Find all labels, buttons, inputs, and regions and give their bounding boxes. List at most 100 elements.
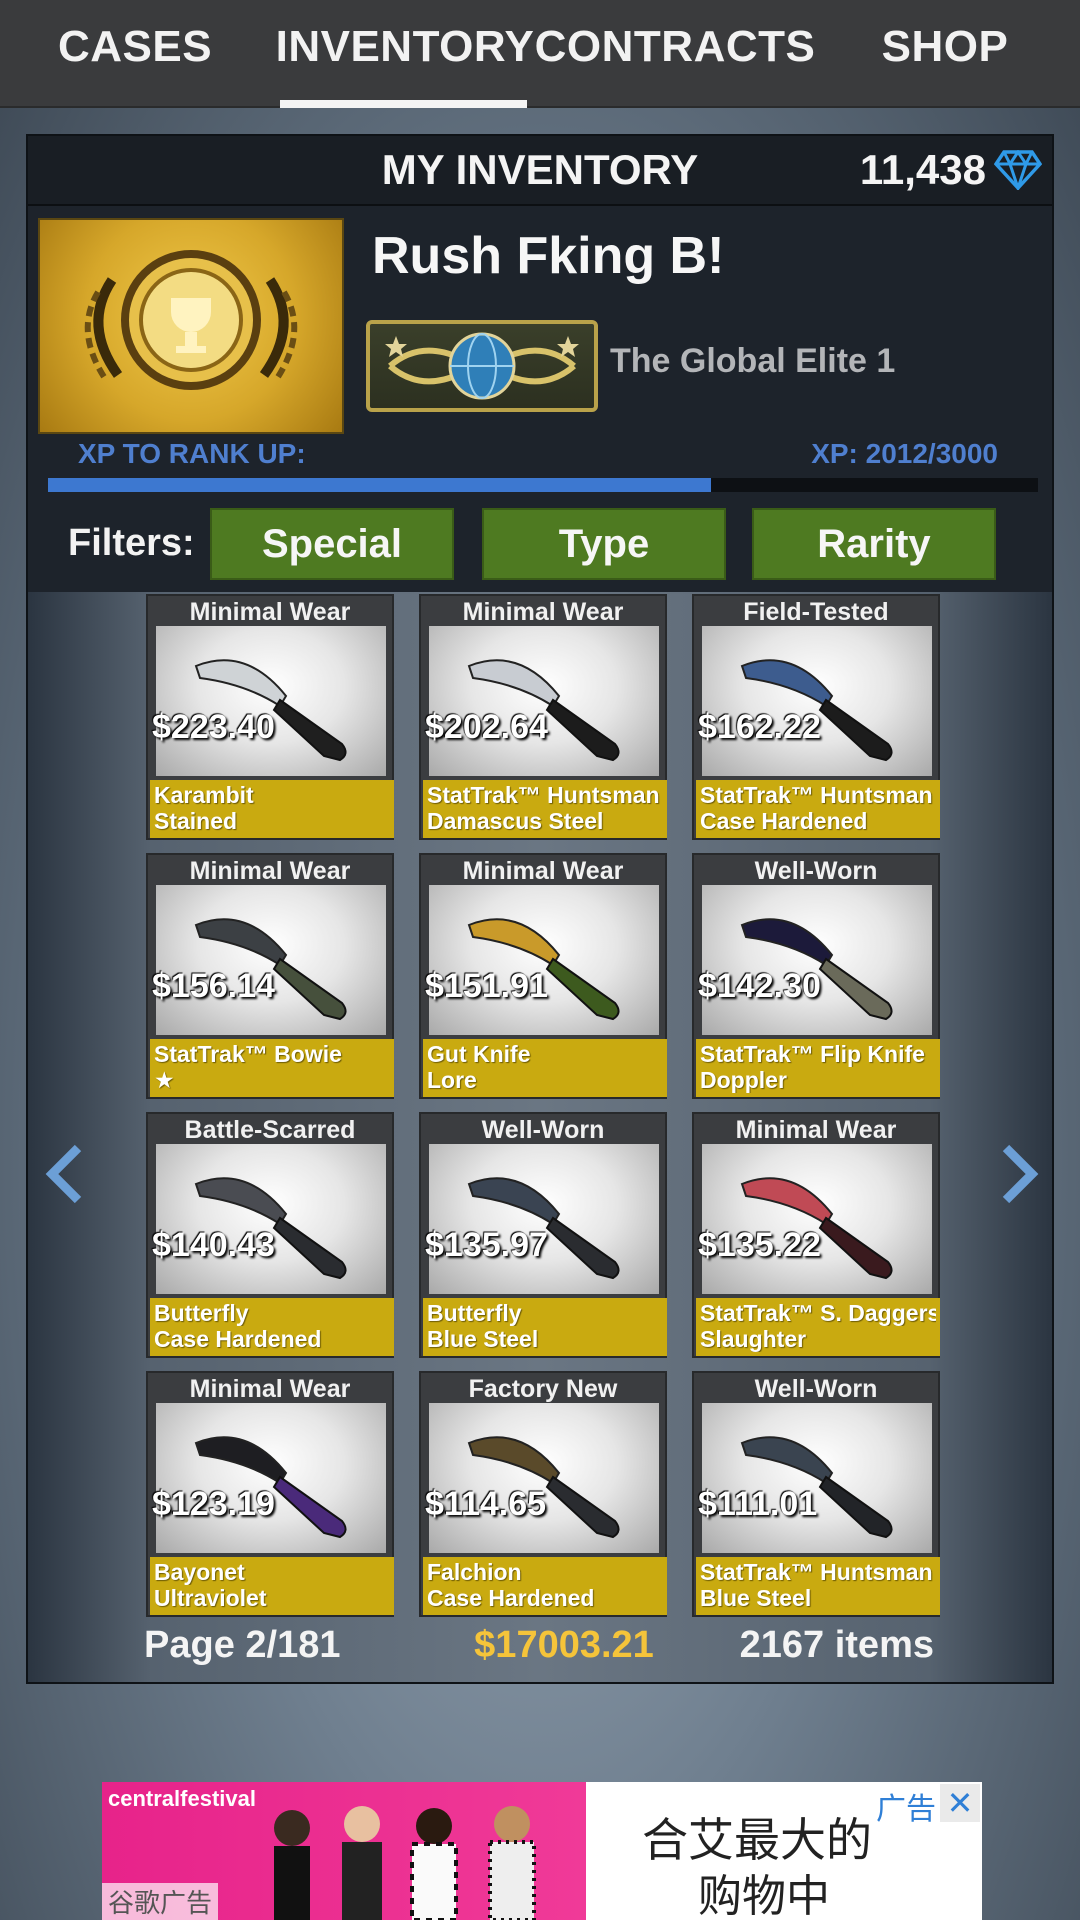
knife-icon <box>156 1144 386 1294</box>
tab-inventory[interactable]: INVENTORY <box>270 0 540 108</box>
item-price: $156.14 <box>152 967 275 1005</box>
item-card[interactable]: Factory New $114.65 Falchion Case Hardened <box>419 1371 667 1617</box>
item-name-line2: ★ <box>154 1067 175 1093</box>
item-name-line2: Case Hardened <box>427 1585 595 1611</box>
item-name-line2: Blue Steel <box>427 1326 539 1352</box>
item-name-line1: StatTrak™ S. Daggers <box>700 1300 936 1326</box>
item-name-line2: Slaughter <box>700 1326 807 1352</box>
item-name-line1: Karambit <box>154 782 254 808</box>
knife-icon <box>702 626 932 776</box>
item-name: Karambit Stained <box>150 780 394 838</box>
item-condition: Well-Worn <box>754 857 878 885</box>
tab-cases[interactable]: CASES <box>0 0 270 108</box>
inventory-total-value: $17003.21 <box>474 1624 654 1666</box>
panel-header: MY INVENTORY 11,438 <box>28 136 1052 206</box>
item-card[interactable]: Well-Worn $135.97 Butterfly Blue Steel <box>419 1112 667 1358</box>
item-name-line1: StatTrak™ Bowie <box>154 1041 342 1067</box>
inventory-panel: MY INVENTORY 11,438 Rush Fking B! The Gl… <box>26 134 1054 1684</box>
currency-value: 11,438 <box>859 146 986 193</box>
item-name: Bayonet Ultraviolet <box>150 1557 394 1615</box>
knife-icon <box>429 626 659 776</box>
knife-icon <box>156 885 386 1035</box>
item-condition: Factory New <box>468 1375 618 1403</box>
item-name-line1: StatTrak™ Huntsman <box>700 1559 933 1585</box>
item-condition: Well-Worn <box>481 1116 605 1144</box>
ad-close-icon[interactable]: ✕ <box>940 1784 980 1822</box>
item-name: StatTrak™ Huntsman Case Hardened <box>696 780 940 838</box>
item-name-line2: Stained <box>154 808 238 834</box>
knife-icon <box>429 885 659 1035</box>
item-name: Butterfly Blue Steel <box>423 1298 667 1356</box>
item-condition: Minimal Wear <box>735 1116 897 1144</box>
knife-icon <box>702 1403 932 1553</box>
item-name-line1: StatTrak™ Huntsman <box>427 782 660 808</box>
item-name-line2: Lore <box>427 1067 477 1093</box>
xp-progress-bar <box>48 478 1038 492</box>
item-name: StatTrak™ S. Daggers Slaughter <box>696 1298 940 1356</box>
tab-shop[interactable]: SHOP <box>810 0 1080 108</box>
item-name-line2: Doppler <box>700 1067 787 1093</box>
knife-icon <box>156 626 386 776</box>
page-indicator: Page 2/181 <box>144 1624 341 1666</box>
item-condition: Minimal Wear <box>189 857 351 885</box>
active-tab-indicator <box>280 100 527 108</box>
item-condition: Battle-Scarred <box>184 1116 356 1144</box>
knife-icon <box>156 1403 386 1553</box>
item-name-line2: Case Hardened <box>700 808 868 834</box>
ad-models-image <box>274 1806 536 1920</box>
item-card[interactable]: Minimal Wear $123.19 Bayonet Ultraviolet <box>146 1371 394 1617</box>
profile-medal-icon <box>38 218 344 434</box>
item-condition: Minimal Wear <box>462 857 624 885</box>
next-page-arrow-icon[interactable] <box>998 1142 1042 1211</box>
item-card[interactable]: Minimal Wear $151.91 Gut Knife Lore <box>419 853 667 1099</box>
ad-footer-label: 谷歌广告 <box>102 1883 219 1920</box>
item-name-line1: StatTrak™ Flip Knife <box>700 1041 925 1067</box>
item-price: $123.19 <box>152 1485 275 1523</box>
filter-special-button[interactable]: Special <box>210 508 454 580</box>
currency-balance: 11,438 <box>860 146 1042 194</box>
filter-type-button[interactable]: Type <box>482 508 726 580</box>
prev-page-arrow-icon[interactable] <box>42 1142 86 1211</box>
filters-label: Filters: <box>68 522 195 564</box>
item-condition: Minimal Wear <box>189 598 351 626</box>
item-name-line2: Case Hardened <box>154 1326 322 1352</box>
rank-name: The Global Elite 1 <box>610 342 896 380</box>
ad-label: 广告 <box>872 1784 940 1828</box>
item-card[interactable]: Well-Worn $142.30 StatTrak™ Flip Knife Dopp… <box>692 853 940 1099</box>
item-name-line1: Bayonet <box>154 1559 245 1585</box>
ad-banner[interactable]: centralfestival 合艾最大的 购物中 广告 ✕ 谷歌广告 <box>102 1782 982 1920</box>
item-price: $223.40 <box>152 708 275 746</box>
item-price: $140.43 <box>152 1226 275 1264</box>
item-condition: Well-Worn <box>754 1375 878 1403</box>
item-name-line1: Butterfly <box>154 1300 249 1326</box>
item-price: $162.22 <box>698 708 821 746</box>
item-card[interactable]: Field-Tested $162.22 StatTrak™ Huntsman Cas… <box>692 594 940 840</box>
tab-contracts[interactable]: CONTRACTS <box>535 0 815 108</box>
item-card[interactable]: Minimal Wear $223.40 Karambit Stained <box>146 594 394 840</box>
item-price: $111.01 <box>698 1485 818 1523</box>
knife-icon <box>429 1403 659 1553</box>
item-card[interactable]: Minimal Wear $156.14 StatTrak™ Bowie ★ <box>146 853 394 1099</box>
item-name-line1: Butterfly <box>427 1300 522 1326</box>
diamond-icon <box>994 150 1042 190</box>
item-card[interactable]: Well-Worn $111.01 StatTrak™ Huntsman Blue S… <box>692 1371 940 1617</box>
item-price: $135.97 <box>425 1226 548 1264</box>
item-condition: Field-Tested <box>743 598 889 626</box>
item-price: $142.30 <box>698 967 821 1005</box>
item-price: $135.22 <box>698 1226 821 1264</box>
item-card[interactable]: Battle-Scarred $140.43 Butterfly Case Harde… <box>146 1112 394 1358</box>
item-price: $151.91 <box>425 967 548 1005</box>
item-count: 2167 items <box>739 1624 934 1666</box>
item-name: StatTrak™ Bowie ★ <box>150 1039 394 1097</box>
knife-icon <box>702 1144 932 1294</box>
item-name-line1: Gut Knife <box>427 1041 531 1067</box>
item-name-line2: Damascus Steel <box>427 808 604 834</box>
item-name: StatTrak™ Huntsman Damascus Steel <box>423 780 667 838</box>
item-card[interactable]: Minimal Wear $135.22 StatTrak™ S. Daggers S… <box>692 1112 940 1358</box>
item-name: StatTrak™ Flip Knife Doppler <box>696 1039 940 1097</box>
item-price: $114.65 <box>425 1485 547 1523</box>
item-name-line1: Falchion <box>427 1559 522 1585</box>
xp-value: XP: 2012/3000 <box>811 438 998 469</box>
filter-rarity-button[interactable]: Rarity <box>752 508 996 580</box>
item-card[interactable]: Minimal Wear $202.64 StatTrak™ Huntsman Dam… <box>419 594 667 840</box>
